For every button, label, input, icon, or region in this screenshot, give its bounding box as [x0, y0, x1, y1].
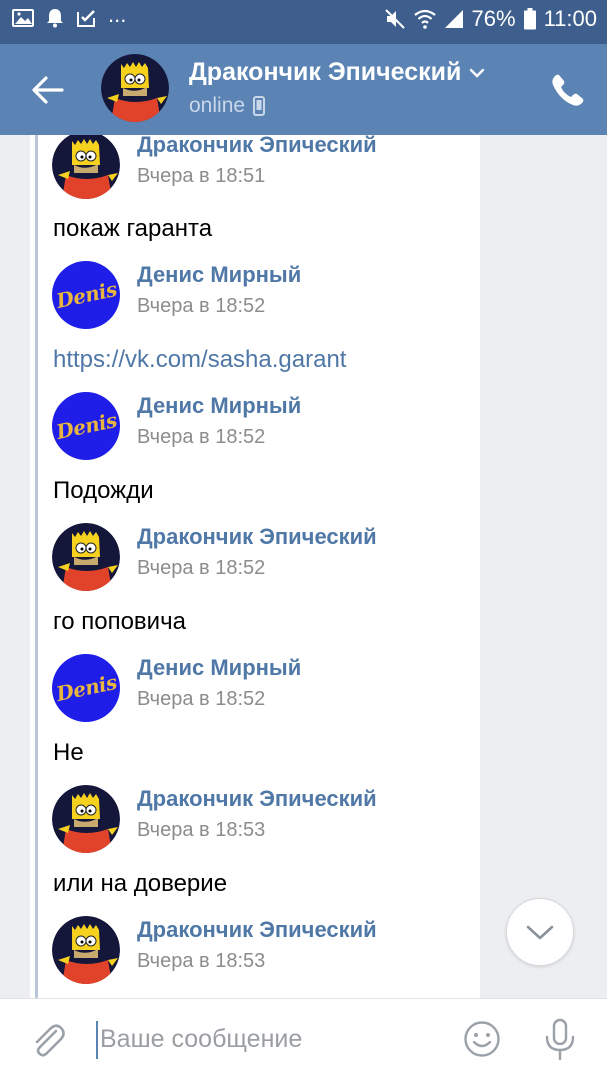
online-status: online	[189, 94, 246, 117]
avatar[interactable]: Denis	[52, 654, 120, 722]
author-name[interactable]: Денис Мирный	[137, 262, 301, 288]
wifi-icon	[413, 9, 436, 29]
avatar[interactable]	[52, 785, 120, 853]
scroll-to-bottom-button[interactable]	[506, 898, 574, 966]
message-time: Вчера в 18:51	[137, 165, 266, 187]
message-header: Дракончик Эпический Вчера в 18:51	[30, 135, 480, 211]
message-time: Вчера в 18:52	[137, 426, 266, 448]
status-bar: ... 76% 11:00	[0, 0, 607, 44]
avatar[interactable]	[52, 523, 120, 591]
message-time: Вчера в 18:53	[137, 950, 266, 972]
battery-percent: 76%	[471, 6, 516, 31]
message-header: Denis Денис Мирный Вчера в 18:52	[30, 261, 480, 341]
attach-button[interactable]	[28, 1021, 68, 1061]
message-header: Denis Денис Мирный Вчера в 18:52	[30, 392, 480, 472]
paperclip-icon	[35, 1024, 65, 1057]
denis-logo: Denis	[53, 669, 119, 707]
author-name[interactable]: Дракончик Эпический	[137, 135, 377, 158]
phone-icon	[552, 74, 584, 106]
battery-icon	[523, 8, 536, 30]
bart-avatar-icon	[52, 785, 120, 853]
chevron-down-icon	[526, 925, 554, 940]
chat-header: Дракончик Эпический online	[0, 44, 607, 135]
message-time: Вчера в 18:52	[137, 295, 266, 317]
bart-avatar-icon	[52, 916, 120, 984]
avatar[interactable]	[52, 916, 120, 984]
contact-status: online	[189, 94, 266, 118]
message-text: го поповича	[53, 608, 186, 635]
emoji-button[interactable]	[463, 1020, 501, 1058]
avatar[interactable]: Denis	[52, 261, 120, 329]
system-indicators: 76% 11:00	[384, 6, 597, 32]
message-text: Подожди	[53, 477, 154, 504]
arrow-left-icon	[32, 76, 64, 104]
author-name[interactable]: Дракончик Эпический	[137, 524, 377, 550]
bart-avatar-icon	[52, 523, 120, 591]
message-input[interactable]	[100, 1019, 430, 1059]
message-link[interactable]: https://vk.com/sasha.garant	[53, 346, 346, 374]
more-notifications: ...	[108, 2, 127, 27]
message-time: Вчера в 18:52	[137, 688, 266, 710]
call-button[interactable]	[550, 72, 586, 108]
notification-icons: ...	[12, 4, 126, 28]
chevron-down-icon	[470, 68, 485, 78]
author-name[interactable]: Денис Мирный	[137, 655, 301, 681]
message-header: Дракончик Эпический Вчера в 18:53	[30, 785, 480, 865]
message-text: или на доверие	[53, 870, 228, 897]
microphone-icon	[545, 1018, 575, 1061]
contact-name-dropdown[interactable]: Дракончик Эпический	[189, 58, 485, 87]
gallery-icon	[12, 9, 34, 27]
mute-icon	[384, 9, 405, 29]
message-header: Denis Денис Мирный Вчера в 18:52	[30, 654, 480, 734]
message-text: покаж гаранта	[53, 215, 213, 242]
checkmark-icon	[77, 10, 95, 27]
voice-message-button[interactable]	[543, 1018, 577, 1062]
back-button[interactable]	[28, 72, 68, 108]
clock: 11:00	[543, 6, 597, 31]
smiley-icon	[464, 1021, 500, 1057]
message-time: Вчера в 18:52	[137, 557, 266, 579]
author-name[interactable]: Дракончик Эпический	[137, 917, 377, 943]
message-text: Не	[53, 739, 84, 766]
signal-icon	[444, 10, 463, 28]
bart-avatar-icon	[101, 54, 169, 122]
author-name[interactable]: Дракончик Эпический	[137, 786, 377, 812]
message-header: Дракончик Эпический Вчера в 18:52	[30, 523, 480, 603]
denis-logo: Denis	[53, 407, 119, 445]
message-time: Вчера в 18:53	[137, 819, 266, 841]
message-header: Дракончик Эпический Вчера в 18:53	[30, 916, 480, 996]
contact-avatar[interactable]	[101, 54, 169, 122]
contact-name: Дракончик Эпический	[189, 58, 462, 86]
message-list[interactable]: Дракончик Эпический Вчера в 18:51 покаж …	[30, 135, 480, 998]
denis-logo: Denis	[53, 276, 119, 314]
bart-avatar-icon	[52, 135, 120, 199]
text-caret	[96, 1021, 98, 1059]
message-composer	[0, 998, 607, 1081]
avatar[interactable]	[52, 135, 120, 199]
avatar[interactable]: Denis	[52, 392, 120, 460]
bell-icon	[47, 9, 63, 28]
author-name[interactable]: Денис Мирный	[137, 393, 301, 419]
mobile-device-icon	[253, 96, 266, 116]
